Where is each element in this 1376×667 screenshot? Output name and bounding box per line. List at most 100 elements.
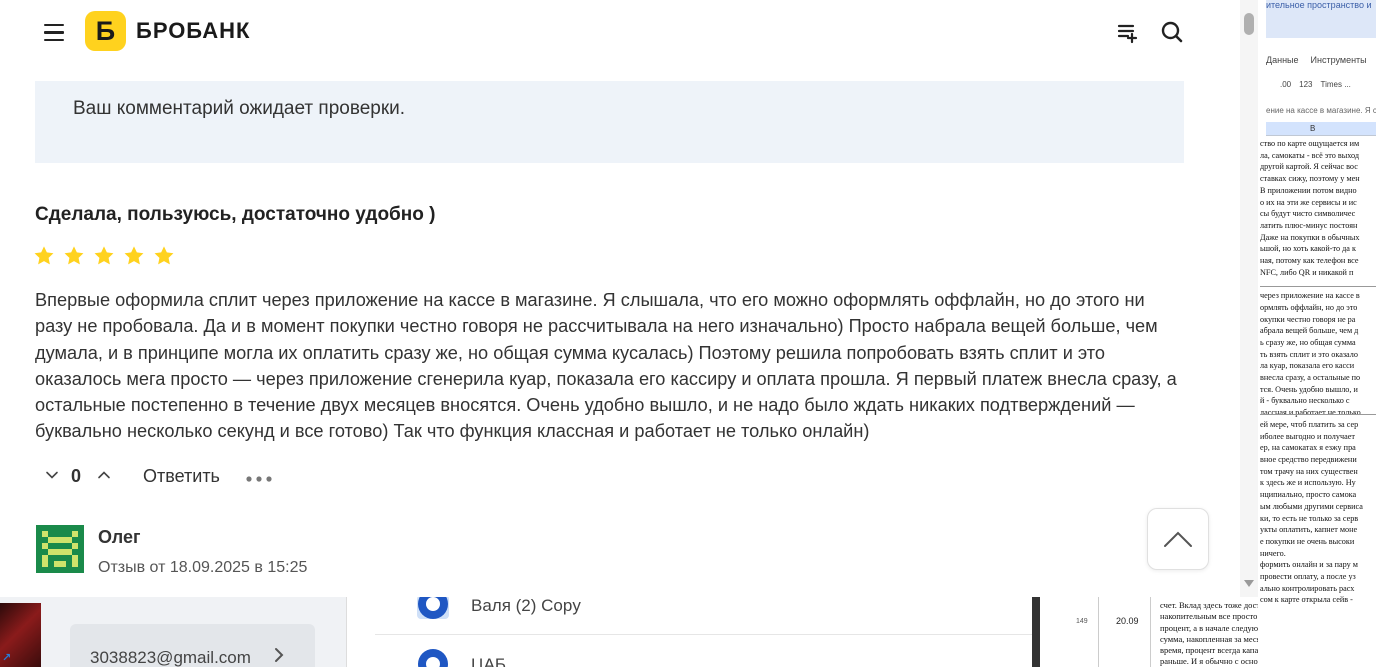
cell-line: В приложении потом видно [1260, 185, 1357, 195]
cell-line: раньше. И я обычно с основного счета пер… [1160, 656, 1258, 667]
sheet-cells[interactable]: ство по карте ощущается им ла, самокаты -… [1260, 138, 1376, 606]
external-link-icon: ↗ [2, 652, 12, 664]
cell-line: том трачу на них существен [1260, 466, 1358, 476]
cell-line: тся. Очень удобно вышло, и [1260, 384, 1358, 394]
sheet-menubar: Данные Инструменты [1266, 55, 1376, 66]
cell-line: ьшой, но хоть какой-то да к [1260, 244, 1356, 254]
cell-line: внесла сразу, а остальные по [1260, 373, 1361, 383]
cell-line: латить плюс-минус постоян [1260, 220, 1358, 230]
star-icon [124, 246, 144, 265]
star-icon [154, 246, 174, 265]
cell-line: сом к карте открыла сейв - [1260, 595, 1353, 605]
email-text: 3038823@gmail.com [90, 648, 251, 667]
scrollbar-thumb[interactable] [1244, 13, 1254, 35]
cell-line: счет. Вклад здесь тоже доступен, но его … [1160, 600, 1258, 610]
cell-line [1260, 278, 1376, 290]
cell-line: сы будут чисто символичес [1260, 209, 1356, 219]
vote-down-icon[interactable] [45, 468, 59, 482]
vote-up-icon[interactable] [97, 468, 111, 482]
logo-letter: Б [95, 16, 116, 46]
site-header: Б БРОБАНК [0, 0, 1240, 64]
cell-text[interactable]: счет. Вклад здесь тоже доступен, но его … [1160, 600, 1258, 667]
spreadsheet-window: ительное пространство и Данные Инструмент… [1258, 0, 1376, 667]
browser-page: Б БРОБАНК Ваш комментарий ожидает провер… [0, 0, 1240, 597]
background-windows: ↗ 3038823@gmail.com Валя (2) Copy ЦАБ 14… [0, 597, 1258, 667]
logo-text[interactable]: БРОБАНК [136, 18, 251, 44]
scroll-down-arrow-icon[interactable] [1244, 580, 1254, 587]
cell-line: ер, на самокатах я езжу пра [1260, 443, 1356, 453]
cell-line: ла куар, показала его касси [1260, 361, 1355, 371]
cell-line: е покупки не очень высоки [1260, 536, 1355, 546]
font-select[interactable]: Times ... [1320, 80, 1350, 89]
cell-line: ормлять оффлайн, но до это [1260, 302, 1358, 312]
window-divider [1032, 597, 1040, 667]
sheet-banner-text: ительное пространство и [1266, 0, 1372, 10]
cell-line: ей мере, чтоб платить за сер [1260, 419, 1359, 429]
number-format-button[interactable]: 123 [1299, 80, 1312, 89]
page-scrollbar[interactable] [1240, 0, 1258, 597]
cell-line: Даже на покупки в обычных [1260, 232, 1360, 242]
formula-bar[interactable]: ение на кассе в магазине. Я сл [1266, 106, 1376, 116]
cell-line: абрала вещей больше, чем д [1260, 326, 1359, 336]
cell-line: ная, потому как телефон все [1260, 256, 1359, 266]
notice-text: Ваш комментарий ожидает проверки. [73, 98, 406, 119]
star-icon [64, 246, 84, 265]
row-number: 149 [1076, 618, 1088, 625]
cell-line: сумма, накопленная за месяц. Выводить мо… [1160, 633, 1258, 644]
cell-line: ь сразу же, но общая сумма [1260, 337, 1356, 347]
cell-border [1150, 597, 1151, 667]
cell-line: ничего. [1260, 548, 1286, 558]
author-name[interactable]: Олег [98, 526, 140, 548]
decimal-button[interactable]: .00 [1280, 80, 1291, 89]
vote-count: 0 [71, 466, 82, 486]
row-divider [375, 634, 1035, 635]
cell-line: ство по карте ощущается им [1260, 139, 1360, 148]
file-list [346, 597, 1036, 667]
review-date: Отзыв от 18.09.2025 в 15:25 [98, 559, 308, 576]
chevron-up-icon [1164, 531, 1192, 547]
cell-line: ально контролировать расх [1260, 583, 1355, 593]
cell-line: через приложение на кассе в [1260, 291, 1360, 301]
review-text: Впервые оформила сплит через приложение … [35, 290, 1177, 442]
cell-line: к здесь же и использую. Ну [1260, 478, 1356, 488]
review-actions: 0 Ответить [35, 460, 435, 492]
cell-border [1098, 597, 1099, 667]
cell-line: ть взять сплит и это оказало [1260, 349, 1358, 359]
star-icon [94, 246, 114, 265]
logo-icon[interactable]: Б [85, 11, 126, 51]
search-icon[interactable] [1160, 20, 1184, 44]
cell-line: провести оплату, а после уз [1260, 572, 1356, 582]
chevron-right-icon[interactable] [272, 646, 286, 664]
column-header[interactable]: B [1266, 122, 1376, 136]
review-title: Сделала, пользуюсь, достаточно удобно ) [35, 204, 436, 225]
rating-stars [33, 245, 175, 271]
column-label: B [1310, 124, 1316, 133]
scroll-to-top-button[interactable] [1147, 508, 1209, 570]
cell-line: вное средство передвижени [1260, 454, 1357, 464]
cell-line: о их на эти же сервисы и ис [1260, 197, 1357, 207]
cell-value[interactable]: 20.09 [1116, 616, 1139, 626]
cell-line: процент, а в начале следующего расчетног… [1160, 622, 1258, 633]
row-divider [1260, 286, 1376, 287]
add-to-list-icon[interactable] [1116, 20, 1140, 44]
cell-line: время, процент всегда капает на остаток … [1160, 645, 1258, 656]
row-divider [1260, 414, 1376, 415]
cell-line: формить онлайн и за пару м [1260, 560, 1358, 570]
list-item[interactable]: Валя (2) Copy [471, 597, 581, 616]
star-icon [34, 246, 54, 265]
menu-tools[interactable]: Инструменты [1311, 55, 1367, 65]
cell-line: ставках сижу, поэтому у мен [1260, 174, 1360, 184]
cell-line: NFC, либо QR и никакой п [1260, 267, 1354, 277]
menu-icon[interactable] [44, 24, 64, 42]
sheet-toolbar: .00 123 Times ... [1280, 80, 1359, 90]
sheet-banner: ительное пространство и [1266, 0, 1376, 38]
menu-data[interactable]: Данные [1266, 55, 1299, 65]
cell-line: нципиально, просто самока [1260, 490, 1357, 500]
list-item[interactable]: ЦАБ [471, 655, 506, 667]
cell-line: ым любыми другими сервиса [1260, 501, 1363, 511]
cell-line: другой картой. Я сейчас вос [1260, 162, 1358, 172]
moderation-notice: Ваш комментарий ожидает проверки. [35, 81, 1184, 163]
cell-line: ки, то есть не только за серв [1260, 513, 1359, 523]
reply-button[interactable]: Ответить [143, 465, 220, 487]
more-options-icon[interactable] [245, 475, 273, 483]
